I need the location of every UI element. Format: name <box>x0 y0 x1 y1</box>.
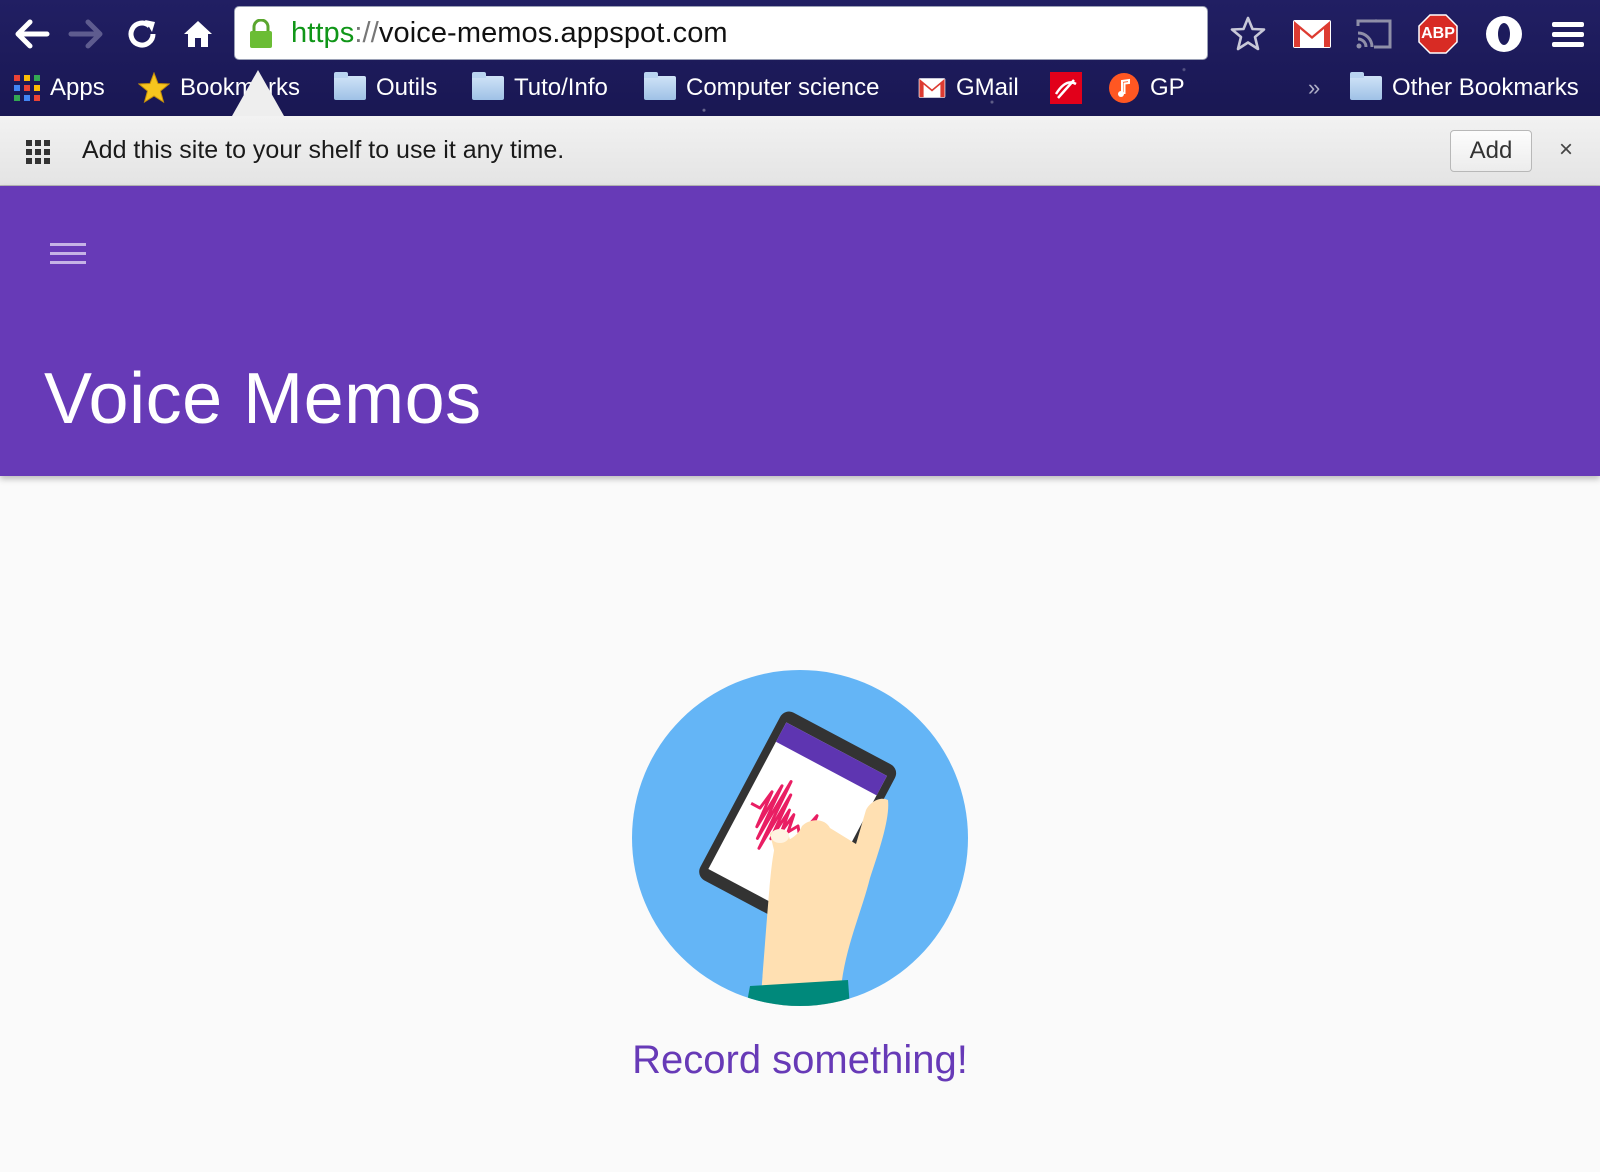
bookmark-gmail[interactable]: GMail <box>918 68 1019 108</box>
opera-icon <box>1486 16 1522 52</box>
bookmark-apps[interactable]: Apps <box>14 68 105 108</box>
side-nav-toggle-button[interactable] <box>40 226 96 282</box>
bookmark-folder-computer-science[interactable]: Computer science <box>644 68 879 108</box>
gmail-icon <box>1293 20 1331 48</box>
menu-icon <box>1552 22 1584 47</box>
empty-state-message: Record something! <box>632 1038 968 1082</box>
bookmark-label: GMail <box>956 74 1019 101</box>
bookmark-folder-outils[interactable]: Outils <box>334 68 437 108</box>
folder-icon <box>334 72 366 100</box>
adblock-plus-button[interactable]: ABP <box>1416 12 1460 56</box>
hamburger-menu-icon <box>50 243 86 264</box>
gmail-icon <box>918 78 946 98</box>
bookmarks-overflow-chevron[interactable]: » <box>1308 68 1320 108</box>
bookmark-label: Apps <box>50 74 105 101</box>
url-text: https://voice-memos.appspot.com <box>291 17 728 50</box>
gmail-extension[interactable] <box>1290 12 1334 56</box>
folder-icon <box>472 72 504 100</box>
cast-icon <box>1356 19 1392 49</box>
cast-button[interactable] <box>1352 12 1396 56</box>
reload-icon <box>128 20 156 48</box>
app-header: Voice Memos <box>0 186 1600 476</box>
bookmark-label: Other Bookmarks <box>1392 74 1579 101</box>
infobar-message: Add this site to your shelf to use it an… <box>82 136 565 164</box>
bookmark-folder-tuto-info[interactable]: Tuto/Info <box>472 68 608 108</box>
bookmark-other-bookmarks[interactable]: Other Bookmarks <box>1350 68 1579 108</box>
address-bar[interactable]: https://voice-memos.appspot.com <box>234 6 1208 60</box>
bookmark-label: Tuto/Info <box>514 74 608 101</box>
page-title: Voice Memos <box>44 359 482 439</box>
apps-grid-icon <box>26 140 50 164</box>
bookmark-label: Outils <box>376 74 438 101</box>
url-host: voice-memos.appspot.com <box>378 17 728 49</box>
star-icon <box>138 72 170 104</box>
bookmark-gp[interactable]: GP <box>1108 68 1185 108</box>
music-icon <box>1109 73 1139 103</box>
home-icon <box>184 21 212 47</box>
bookmark-label: Computer science <box>686 74 880 101</box>
bookmark-bank[interactable] <box>1050 68 1092 108</box>
red-bank-icon <box>1050 72 1082 104</box>
folder-icon <box>644 72 676 100</box>
bookmark-star-button[interactable] <box>1226 12 1270 56</box>
bookmark-label: GP <box>1150 74 1185 101</box>
url-scheme: https <box>291 17 355 49</box>
home-button[interactable] <box>176 12 220 56</box>
opera-extension[interactable] <box>1482 12 1526 56</box>
back-button[interactable] <box>10 12 54 56</box>
lock-icon <box>250 19 272 48</box>
record-illustration <box>632 670 968 1006</box>
apps-grid-icon <box>14 75 40 101</box>
close-infobar-button[interactable]: × <box>1554 132 1578 168</box>
add-to-shelf-button[interactable]: Add <box>1450 130 1532 172</box>
arrow-right-icon <box>68 19 103 49</box>
reload-button[interactable] <box>120 12 164 56</box>
folder-icon <box>1350 72 1382 100</box>
abp-label: ABP <box>1421 25 1455 42</box>
forward-button[interactable] <box>64 12 108 56</box>
infobar-pointer <box>232 70 284 116</box>
arrow-left-icon <box>15 19 50 49</box>
chrome-menu-button[interactable] <box>1546 12 1590 56</box>
star-outline-icon <box>1230 16 1266 51</box>
url-separator: :// <box>354 17 379 49</box>
add-to-shelf-infobar: Add this site to your shelf to use it an… <box>0 116 1600 186</box>
